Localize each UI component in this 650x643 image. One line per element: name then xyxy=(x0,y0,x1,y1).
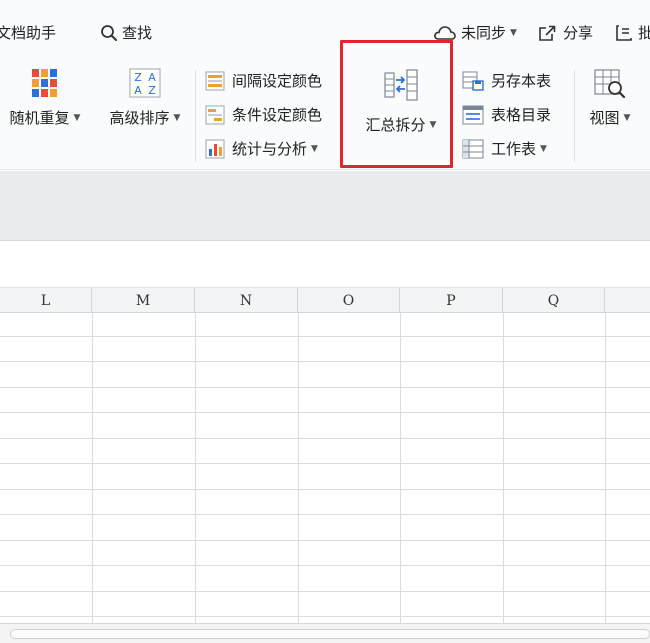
grid-line xyxy=(0,540,650,541)
column-letter: M xyxy=(135,292,151,309)
sync-label: 未同步 xyxy=(461,24,507,42)
advanced-sort-label: 高级排序 xyxy=(109,109,170,127)
grid-line xyxy=(0,489,650,490)
chevron-down-icon: ▼ xyxy=(73,112,81,123)
doc-assistant-button[interactable]: 文档助手 xyxy=(0,22,56,43)
save-sheet-icon xyxy=(462,71,484,91)
grid-line xyxy=(92,313,93,623)
stats-analysis-button[interactable]: 统计与分析 ▼ xyxy=(205,138,318,159)
sort-icon-letter: A xyxy=(148,71,156,84)
top-bar: 文档助手 查找 未同步 ▼ 分享 批 xyxy=(0,0,650,62)
column-header-l[interactable]: L xyxy=(0,288,92,313)
view-label: 视图 xyxy=(589,109,620,127)
grid-line xyxy=(0,412,650,413)
stats-analysis-label: 统计与分析 xyxy=(232,140,308,158)
sort-icon: Z A A Z xyxy=(129,68,161,98)
random-repeat-icon xyxy=(32,69,57,97)
grid-line xyxy=(195,313,196,623)
interval-color-button[interactable]: 间隔设定颜色 xyxy=(205,70,322,91)
sheet-catalog-button[interactable]: 表格目录 xyxy=(462,104,551,125)
column-header-q[interactable]: Q xyxy=(503,288,605,313)
column-letter: N xyxy=(239,292,253,309)
grid-line xyxy=(0,616,650,617)
column-header-n[interactable]: N xyxy=(195,288,298,313)
grid-line xyxy=(0,438,650,439)
ribbon-divider xyxy=(574,70,575,162)
view-button[interactable]: 视图 ▼ xyxy=(580,68,640,128)
doc-assistant-label: 文档助手 xyxy=(0,24,57,42)
condition-color-button[interactable]: 条件设定颜色 xyxy=(205,104,322,125)
chevron-down-icon: ▼ xyxy=(173,112,181,123)
grid-line xyxy=(0,336,650,337)
interval-color-label: 间隔设定颜色 xyxy=(232,72,323,90)
sheet-catalog-label: 表格目录 xyxy=(491,106,552,124)
grid-line xyxy=(0,565,650,566)
search-icon xyxy=(101,24,117,41)
worksheet-icon xyxy=(462,139,484,158)
annotate-label: 批 xyxy=(638,24,650,42)
sort-icon-letter: Z xyxy=(134,71,142,84)
share-button[interactable]: 分享 xyxy=(537,22,593,43)
search-button[interactable]: 查找 xyxy=(100,22,152,43)
horizontal-scrollbar[interactable] xyxy=(0,623,650,643)
sort-icon-letter: Z xyxy=(148,84,156,97)
share-icon xyxy=(539,25,556,41)
chevron-down-icon: ▼ xyxy=(623,112,631,123)
grid-line xyxy=(400,313,401,623)
chevron-down-icon: ▼ xyxy=(540,143,547,154)
condition-color-label: 条件设定颜色 xyxy=(232,106,323,124)
annotate-button[interactable]: 批 xyxy=(614,22,650,43)
grid-line xyxy=(0,361,650,362)
grid-line xyxy=(0,591,650,592)
stats-analysis-icon xyxy=(205,139,225,158)
grid-line xyxy=(298,313,299,623)
ribbon-divider xyxy=(195,70,196,162)
search-label: 查找 xyxy=(122,24,153,42)
scrollbar-thumb[interactable] xyxy=(10,629,650,639)
column-letter: Q xyxy=(547,292,560,309)
highlight-box xyxy=(340,40,453,168)
grid-line xyxy=(503,313,504,623)
grid-line xyxy=(605,313,606,623)
chevron-down-icon: ▼ xyxy=(510,27,517,38)
cloud-icon xyxy=(434,25,456,40)
toolbar-band xyxy=(0,171,650,241)
view-icon xyxy=(594,69,626,99)
sort-icon-letter: A xyxy=(134,84,142,97)
formula-bar[interactable] xyxy=(0,242,650,288)
grid-line xyxy=(0,514,650,515)
grid-line xyxy=(0,387,650,388)
chevron-down-icon: ▼ xyxy=(311,143,318,154)
column-letter: O xyxy=(342,292,355,309)
column-header-o[interactable]: O xyxy=(298,288,400,313)
random-repeat-button[interactable]: 随机重复 ▼ xyxy=(4,68,86,128)
advanced-sort-button[interactable]: Z A A Z 高级排序 ▼ xyxy=(100,68,190,128)
column-header-m[interactable]: M xyxy=(92,288,195,313)
random-repeat-label: 随机重复 xyxy=(9,109,70,127)
worksheet-label: 工作表 xyxy=(491,140,537,158)
column-letter: P xyxy=(446,292,456,309)
save-sheet-as-label: 另存本表 xyxy=(491,72,552,90)
condition-color-icon xyxy=(205,105,225,124)
column-letter: L xyxy=(40,292,51,309)
interval-color-icon xyxy=(205,71,225,90)
share-label: 分享 xyxy=(563,24,594,42)
column-header-row: L M N O P Q xyxy=(0,288,650,313)
save-sheet-as-button[interactable]: 另存本表 xyxy=(462,70,551,91)
worksheet-button[interactable]: 工作表 ▼ xyxy=(462,138,547,159)
annotate-icon xyxy=(616,24,632,41)
grid-line xyxy=(0,463,650,464)
ribbon: 随机重复 ▼ Z A A Z 高级排序 ▼ 间隔设定颜色 条件设定颜色 统计与分… xyxy=(0,62,650,170)
column-header-p[interactable]: P xyxy=(400,288,503,313)
cell-grid[interactable] xyxy=(0,313,650,623)
sheet-catalog-icon xyxy=(462,105,484,124)
